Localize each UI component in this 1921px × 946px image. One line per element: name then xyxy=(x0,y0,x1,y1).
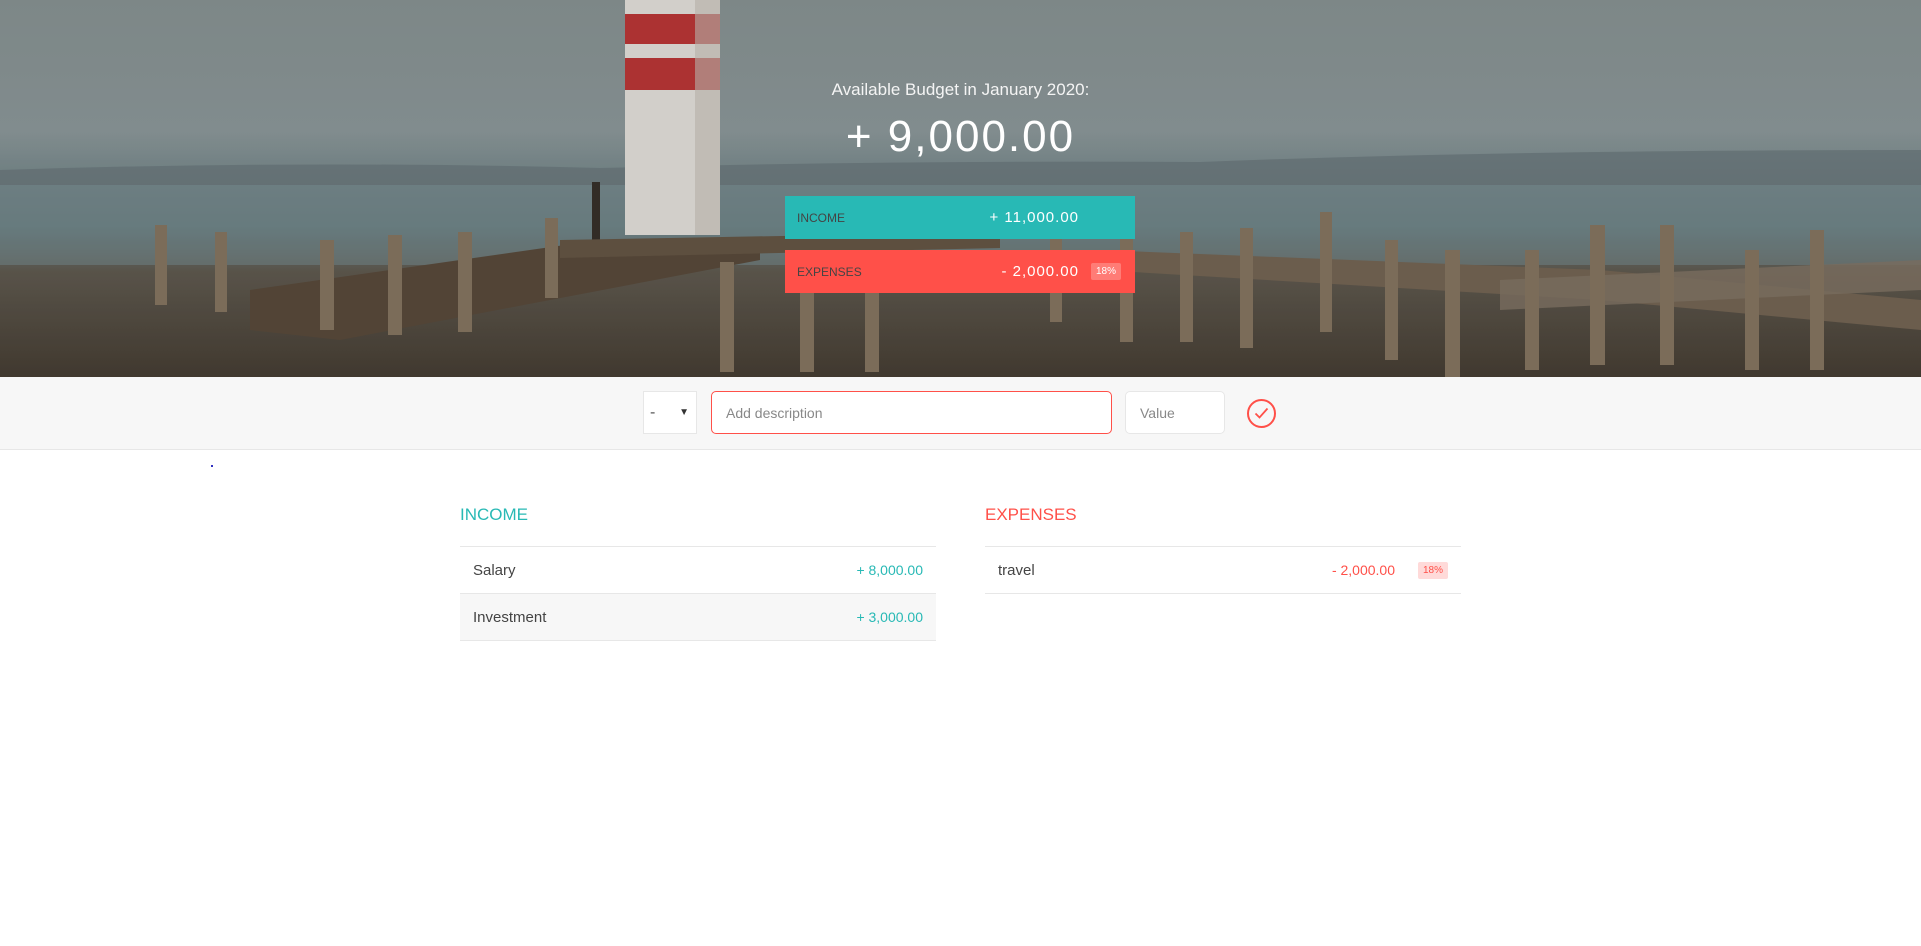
income-column: INCOME Salary + 8,000.00 Investment + 3,… xyxy=(460,505,936,641)
budget-expenses-summary: EXPENSES - 2,000.00 18% xyxy=(785,250,1135,293)
expenses-title: EXPENSES xyxy=(985,505,1461,547)
add-entry-bar: - ▼ xyxy=(0,377,1921,450)
add-entry-button[interactable] xyxy=(1247,399,1276,428)
value-input[interactable] xyxy=(1125,391,1225,434)
budget-title: Available Budget in January 2020: xyxy=(831,80,1090,99)
income-title: INCOME xyxy=(460,505,936,547)
description-input[interactable] xyxy=(711,391,1112,434)
stray-dot xyxy=(211,465,213,467)
income-item[interactable]: Salary + 8,000.00 xyxy=(460,547,936,594)
income-item[interactable]: Investment + 3,000.00 xyxy=(460,594,936,641)
budget-income-value: + 11,000.00 xyxy=(989,209,1079,226)
expenses-column: EXPENSES travel - 2,000.00 18% xyxy=(985,505,1461,594)
budget-income-label: INCOME xyxy=(797,210,845,225)
budget-expenses-percentage: 18% xyxy=(1090,263,1121,280)
budget-income-summary: INCOME + 11,000.00 xyxy=(785,196,1135,239)
chevron-down-icon: ▼ xyxy=(679,407,689,418)
expense-item-value: - 2,000.00 xyxy=(1331,562,1395,578)
lighthouse-pier-background xyxy=(0,0,1921,377)
budget-expenses-label: EXPENSES xyxy=(797,264,862,279)
expense-item-percentage: 18% xyxy=(1417,561,1448,579)
checkmark-icon xyxy=(1254,407,1269,419)
budget-value: + 9,000.00 xyxy=(845,112,1076,161)
income-item-value: + 3,000.00 xyxy=(856,609,923,625)
budget-expenses-value: - 2,000.00 xyxy=(1001,263,1079,280)
income-item-description: Investment xyxy=(473,608,547,626)
expense-item-description: travel xyxy=(998,561,1035,579)
type-select[interactable]: - ▼ xyxy=(643,391,697,434)
expense-item[interactable]: travel - 2,000.00 18% xyxy=(985,547,1461,594)
type-select-value: - xyxy=(650,404,656,421)
income-item-description: Salary xyxy=(473,561,516,579)
income-item-value: + 8,000.00 xyxy=(856,562,923,578)
hero-banner: Available Budget in January 2020: + 9,00… xyxy=(0,0,1921,377)
